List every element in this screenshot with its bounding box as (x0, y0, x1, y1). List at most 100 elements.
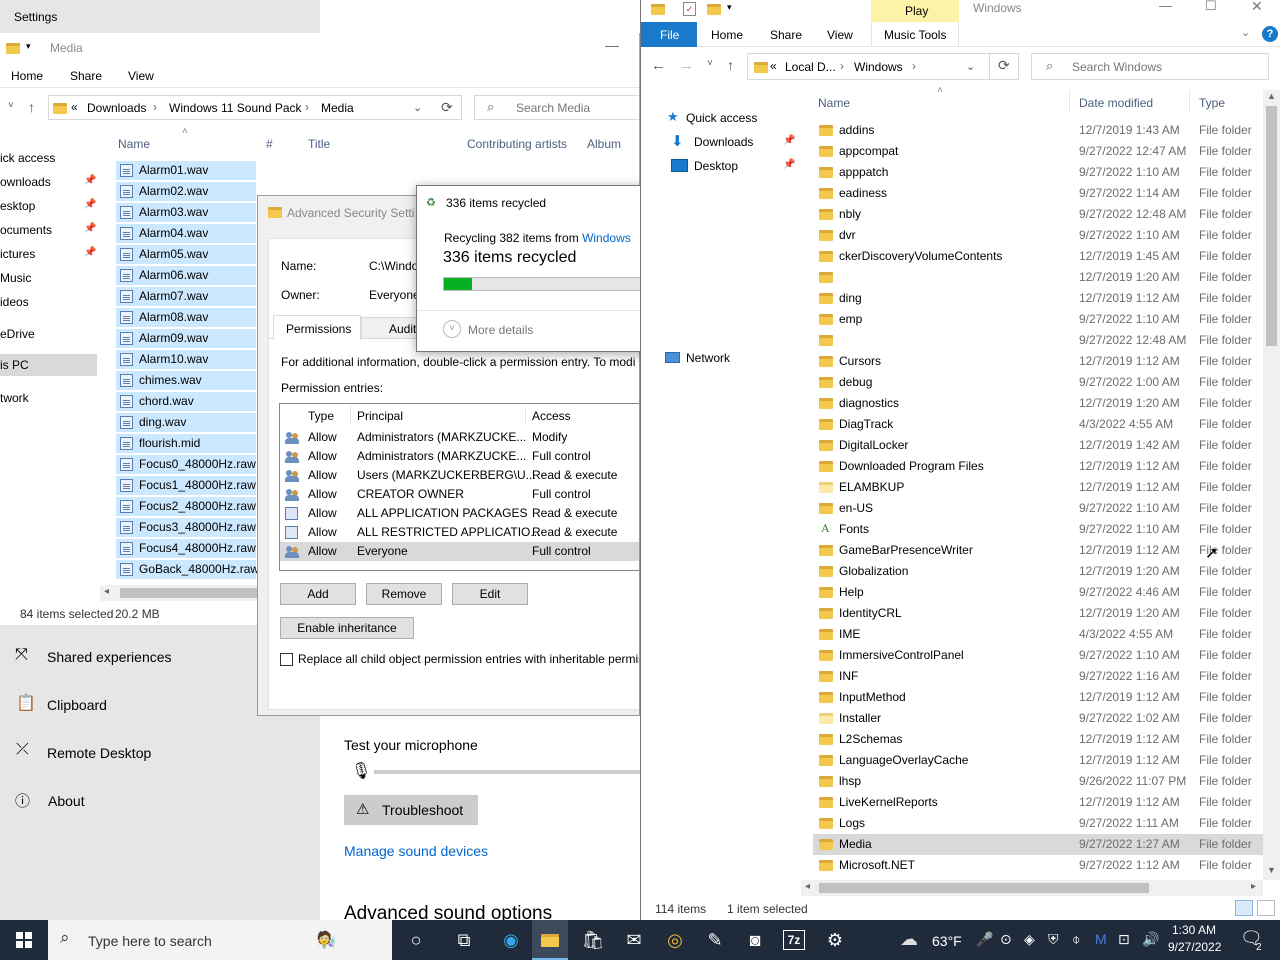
breadcrumb-media[interactable]: Media (321, 101, 354, 115)
usb-tray-icon[interactable]: ⌽ (1072, 931, 1080, 948)
folder-row[interactable]: 12/7/2019 1:20 AM File folder (813, 267, 1263, 288)
file-row[interactable]: Alarm03.wav (116, 203, 256, 222)
paint-icon[interactable]: ✎ (703, 928, 727, 952)
ribbon-tab-home[interactable]: Home (11, 69, 43, 83)
file-row[interactable]: ding.wav (116, 413, 256, 432)
ribbon-tab-home[interactable]: Home (711, 28, 743, 42)
manage-sound-devices-link[interactable]: Manage sound devices (344, 843, 488, 859)
folder-row[interactable]: diagnostics 12/7/2019 1:20 AM File folder (813, 393, 1263, 414)
folder-row[interactable]: L2Schemas 12/7/2019 1:12 AM File folder (813, 729, 1263, 750)
nav-item-this-pc[interactable]: is PC (0, 354, 97, 376)
folder-row[interactable]: LanguageOverlayCache 12/7/2019 1:12 AM Fil… (813, 750, 1263, 771)
dropdown-icon[interactable]: ▾ (727, 2, 732, 13)
nav-item-pictures[interactable]: ictures (0, 247, 35, 261)
new-folder-icon[interactable] (707, 4, 721, 15)
chevron-down-icon[interactable]: ⌄ (966, 60, 975, 73)
folder-row[interactable]: dvr 9/27/2022 1:10 AM File folder (813, 225, 1263, 246)
nav-item-onedrive[interactable]: eDrive (0, 327, 35, 341)
file-row[interactable]: chimes.wav (116, 371, 256, 390)
temperature[interactable]: 63°F (932, 933, 962, 949)
folder-row[interactable]: LiveKernelReports 12/7/2019 1:12 AM File f… (813, 792, 1263, 813)
folder-row[interactable]: Media 9/27/2022 1:27 AM File folder (813, 834, 1263, 855)
file-row[interactable]: Focus2_48000Hz.raw (116, 497, 256, 516)
microphone-tray-icon[interactable]: 🎤 (976, 931, 993, 948)
chevron-down-icon[interactable]: ˅ (8, 100, 14, 111)
security-tray-icon[interactable]: ⛨ (1048, 931, 1059, 948)
breadcrumb-sound-pack[interactable]: Windows 11 Sound Pack (169, 101, 302, 115)
tab-permissions[interactable]: Permissions (273, 315, 361, 340)
large-icons-view-icon[interactable] (1257, 900, 1275, 916)
task-view-icon[interactable]: ⧉ (452, 928, 476, 952)
folder-row[interactable]: IdentityCRL 12/7/2019 1:20 AM File folder (813, 603, 1263, 624)
help-icon[interactable]: ? (1262, 26, 1278, 42)
folder-row[interactable]: DiagTrack 4/3/2022 4:55 AM File folder (813, 414, 1263, 435)
chevron-down-icon[interactable]: ˅ (707, 58, 713, 69)
more-details-toggle[interactable]: ˅ More details (443, 320, 563, 340)
scroll-left-icon[interactable]: ◂ (805, 881, 810, 892)
windows-address-bar[interactable]: « Local D... › Windows › ⌄ (747, 53, 1019, 80)
folder-row[interactable]: A Fonts 9/27/2022 1:10 AM File folder (813, 519, 1263, 540)
permission-row[interactable]: Allow Administrators (MARKZUCKE... Modify (280, 428, 639, 447)
close-icon[interactable]: ✕ (1251, 0, 1263, 15)
windows-hscrollbar[interactable]: ◂ ▸ (801, 880, 1263, 896)
column-album[interactable]: Album (587, 137, 621, 151)
chrome-icon[interactable]: ◎ (663, 928, 687, 952)
ribbon-tab-file[interactable]: File (641, 22, 697, 47)
scroll-up-icon[interactable]: ▲ (1267, 91, 1276, 101)
maximize-icon[interactable]: ☐ (1205, 0, 1217, 14)
store-icon[interactable]: 🛍 (581, 928, 605, 952)
file-row[interactable]: Focus3_48000Hz.raw (116, 518, 256, 537)
permission-row[interactable]: Allow Administrators (MARKZUCKE... Full co… (280, 447, 639, 466)
folder-row[interactable]: INF 9/27/2022 1:16 AM File folder (813, 666, 1263, 687)
ribbon-tab-view[interactable]: View (128, 69, 154, 83)
folder-row[interactable]: Downloaded Program Files 12/7/2019 1:12 A… (813, 456, 1263, 477)
file-row[interactable]: Alarm06.wav (116, 266, 256, 285)
folder-row[interactable]: Cursors 12/7/2019 1:12 AM File folder (813, 351, 1263, 372)
folder-row[interactable]: Help 9/27/2022 4:46 AM File folder (813, 582, 1263, 603)
record-tray-icon[interactable]: ⊙ (1000, 931, 1012, 948)
ribbon-tab-music-tools[interactable]: Music Tools (871, 22, 959, 47)
settings-nav-remote-desktop[interactable]: ⤫ Remote Desktop (0, 740, 320, 766)
folder-row[interactable]: Microsoft.NET 9/27/2022 1:12 AM File folde… (813, 855, 1263, 876)
folder-row[interactable]: emp 9/27/2022 1:10 AM File folder (813, 309, 1263, 330)
folder-row[interactable]: ckerDiscoveryVolumeContents 12/7/2019 1:4… (813, 246, 1263, 267)
folder-row[interactable]: Installer 9/27/2022 1:02 AM File folder (813, 708, 1263, 729)
edge-icon[interactable]: ◉ (499, 928, 523, 952)
chevron-down-icon[interactable]: ⌄ (413, 101, 422, 114)
enable-inheritance-button[interactable]: Enable inheritance (280, 617, 414, 639)
folder-row[interactable]: apppatch 9/27/2022 1:10 AM File folder (813, 162, 1263, 183)
file-row[interactable]: GoBack_48000Hz.raw (116, 560, 259, 579)
folder-row[interactable]: IME 4/3/2022 4:55 AM File folder (813, 624, 1263, 645)
file-row[interactable]: Focus1_48000Hz.raw (116, 476, 256, 495)
context-tab-play[interactable]: Play (905, 4, 928, 18)
windows-search-box[interactable]: ⌕ Search Windows (1031, 53, 1269, 80)
settings-nav-about[interactable]: ⓘ About (0, 788, 320, 814)
webcam-icon[interactable]: ◙ (743, 928, 767, 952)
permission-row[interactable]: Allow CREATOR OWNER Full control (280, 485, 639, 504)
file-row[interactable]: chord.wav (116, 392, 256, 411)
folder-row[interactable]: ding 12/7/2019 1:12 AM File folder (813, 288, 1263, 309)
folder-row[interactable]: ELAMBKUP 12/7/2019 1:12 AM File folder (813, 477, 1263, 498)
cortana-icon[interactable]: ○ (404, 928, 428, 952)
file-row[interactable]: Focus0_48000Hz.raw (116, 455, 256, 474)
folder-row[interactable]: appcompat 9/27/2022 12:47 AM File folder (813, 141, 1263, 162)
start-button[interactable] (0, 920, 48, 960)
permission-row[interactable]: Allow ALL APPLICATION PACKAGES Read & exec… (280, 504, 639, 523)
column-type[interactable]: Type (1199, 96, 1225, 110)
nav-item-network[interactable]: Network (665, 348, 805, 368)
folder-row[interactable]: addins 12/7/2019 1:43 AM File folder (813, 120, 1263, 141)
column-name[interactable]: Name (118, 137, 150, 151)
nav-item-network[interactable]: twork (0, 391, 29, 405)
breadcrumb-downloads[interactable]: Downloads (87, 101, 146, 115)
troubleshoot-button[interactable]: ⚠ Troubleshoot (344, 795, 478, 825)
nav-item-quick-access[interactable]: ★ Quick access (665, 108, 805, 128)
meet-tray-icon[interactable]: M (1095, 931, 1107, 947)
header-principal[interactable]: Principal (357, 409, 403, 423)
folder-row[interactable]: GameBarPresenceWriter 12/7/2019 1:12 AM Fi… (813, 540, 1263, 561)
notification-center-button[interactable]: 🗨 2 (1234, 920, 1280, 960)
file-row[interactable]: Alarm01.wav (116, 161, 256, 180)
column-date-modified[interactable]: Date modified (1079, 96, 1153, 110)
minimize-icon[interactable]: — (1159, 0, 1172, 13)
scroll-thumb[interactable] (1266, 106, 1277, 346)
details-view-icon[interactable] (1235, 900, 1253, 916)
